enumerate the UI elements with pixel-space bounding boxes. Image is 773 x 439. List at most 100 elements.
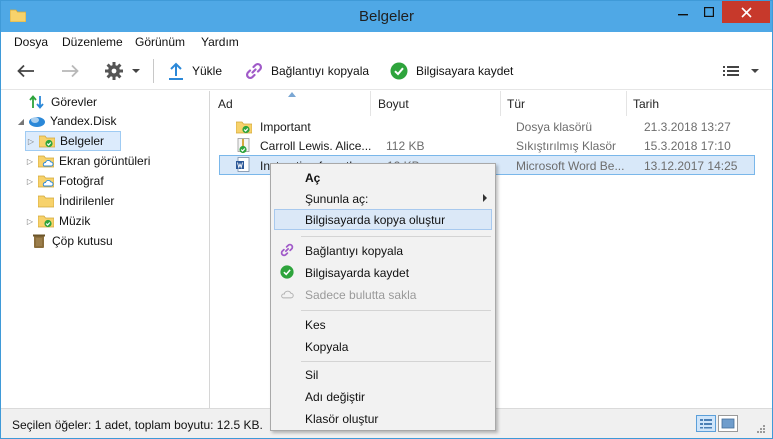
collapsed-arrow-icon[interactable]: ▷ — [25, 157, 35, 166]
save-to-computer-label: Bilgisayara kaydet — [416, 64, 514, 78]
save-to-computer-button[interactable]: Bilgisayara kaydet — [390, 52, 513, 90]
tree-label: Görevler — [51, 95, 98, 109]
column-header-size[interactable]: Boyut — [371, 91, 501, 116]
link-icon — [245, 62, 263, 80]
thumbnail-view-icon — [721, 418, 735, 429]
details-view-icon — [700, 419, 712, 429]
preview-view-button[interactable] — [718, 415, 738, 432]
resize-grip-icon[interactable] — [756, 424, 766, 434]
file-size: 112 KB — [386, 139, 425, 153]
tree-label: Müzik — [59, 214, 91, 228]
gear-icon — [105, 62, 123, 80]
folder-check-icon — [39, 135, 55, 148]
check-circle-icon — [390, 62, 408, 80]
maximize-icon — [704, 7, 714, 17]
context-cloud-only: Sadece bulutta sakla — [274, 284, 492, 305]
menu-item-label: Bilgisayarda kaydet — [305, 266, 410, 280]
collapsed-arrow-icon[interactable]: ▷ — [25, 217, 35, 226]
column-header-date[interactable]: Tarih — [627, 91, 772, 116]
context-menu: Aç Şununla aç: Bilgisayarda kopya oluştu… — [270, 163, 496, 431]
menu-edit[interactable]: Düzenleme — [62, 35, 123, 49]
menu-file[interactable]: Dosya — [14, 35, 48, 49]
column-label: Boyut — [378, 97, 409, 111]
minimize-icon — [678, 14, 688, 16]
link-icon — [280, 243, 294, 257]
context-copy-link[interactable]: Bağlantıyı kopyala — [274, 240, 492, 261]
menu-item-label: Kopyala — [305, 340, 349, 354]
file-name: Important — [260, 120, 311, 134]
tree-item-trash[interactable]: Çöp kutusu — [32, 231, 113, 251]
tree-item-screenshots[interactable]: ▷ Ekran görüntüleri — [25, 151, 150, 171]
settings-button[interactable] — [104, 52, 146, 90]
close-button[interactable] — [722, 1, 770, 23]
file-type: Microsoft Word Be... — [516, 159, 625, 173]
tree-label: Belgeler — [60, 134, 105, 148]
trash-icon — [33, 234, 45, 248]
menu-view[interactable]: Görünüm — [135, 35, 185, 49]
context-delete[interactable]: Sil — [274, 364, 492, 385]
folder-tree: Görevler ◢ Yandex.Disk ▷ Belgeler ▷ Ekra… — [1, 91, 210, 408]
menu-item-label: Kes — [305, 318, 326, 332]
menu-item-label: Şununla aç: — [305, 192, 369, 206]
collapsed-arrow-icon[interactable]: ▷ — [26, 137, 36, 146]
file-name: Carroll Lewis. Alice... — [260, 139, 372, 153]
tree-label: İndirilenler — [59, 194, 115, 208]
folder-cloud-icon — [38, 175, 54, 188]
tree-item-downloads[interactable]: İndirilenler — [38, 191, 114, 211]
table-row[interactable]: Important Dosya klasörü 21.3.2018 13:27 — [219, 117, 755, 137]
word-document-icon — [236, 157, 250, 172]
close-icon — [740, 6, 752, 18]
tree-item-music[interactable]: ▷ Müzik — [25, 211, 90, 231]
toolbar: Yükle Bağlantıyı kopyala Bilgisayara kay… — [1, 52, 772, 90]
details-view-button[interactable] — [696, 415, 716, 432]
list-view-icon — [723, 66, 739, 76]
context-open[interactable]: Aç — [274, 167, 492, 188]
copy-link-button[interactable]: Bağlantıyı kopyala — [245, 52, 369, 90]
back-button[interactable] — [17, 52, 41, 90]
folder-check-icon — [38, 215, 54, 228]
table-row[interactable]: Carroll Lewis. Alice... 112 KB Sıkıştırı… — [219, 136, 755, 156]
file-type: Dosya klasörü — [516, 120, 593, 134]
menu-help[interactable]: Yardım — [201, 35, 239, 49]
forward-button[interactable] — [61, 52, 85, 90]
context-create-copy[interactable]: Bilgisayarda kopya oluştur — [274, 209, 492, 230]
tree-item-photo[interactable]: ▷ Fotoğraf — [25, 171, 104, 191]
minimize-button[interactable] — [670, 1, 696, 23]
menu-bar: Dosya Düzenleme Görünüm Yardım — [1, 32, 772, 52]
file-date: 13.12.2017 14:25 — [644, 159, 738, 173]
chevron-down-icon — [132, 69, 140, 73]
context-cut[interactable]: Kes — [274, 314, 492, 335]
menu-separator — [301, 361, 491, 362]
menu-item-label: Bağlantıyı kopyala — [305, 244, 404, 258]
menu-item-label: Sadece bulutta sakla — [305, 288, 417, 302]
tree-item-belgeler[interactable]: ▷ Belgeler — [25, 131, 121, 151]
menu-item-label: Sil — [305, 368, 319, 382]
column-header-type[interactable]: Tür — [501, 91, 627, 116]
menu-item-label: Bilgisayarda kopya oluştur — [305, 213, 446, 227]
menu-separator — [301, 236, 491, 237]
context-save-to-computer[interactable]: Bilgisayarda kaydet — [274, 262, 492, 283]
context-open-with[interactable]: Şununla aç: — [274, 188, 492, 209]
context-new-folder[interactable]: Klasör oluştur — [274, 408, 492, 429]
check-circle-icon — [280, 265, 294, 279]
expanded-arrow-icon[interactable]: ◢ — [16, 117, 26, 126]
tree-item-tasks[interactable]: Görevler — [29, 92, 97, 112]
arrow-left-icon — [17, 64, 34, 78]
file-date: 21.3.2018 13:27 — [644, 120, 731, 134]
context-copy[interactable]: Kopyala — [274, 336, 492, 357]
title-bar[interactable]: Belgeler — [1, 1, 772, 32]
context-rename[interactable]: Adı değiştir — [274, 386, 492, 407]
column-label: Tarih — [633, 97, 660, 111]
folder-cloud-icon — [38, 155, 54, 168]
column-header-name[interactable]: Ad — [211, 91, 371, 116]
maximize-button[interactable] — [696, 1, 722, 23]
collapsed-arrow-icon[interactable]: ▷ — [25, 177, 35, 186]
menu-item-label: Adı değiştir — [305, 390, 366, 404]
view-options-button[interactable] — [723, 52, 759, 90]
upload-icon — [169, 62, 183, 80]
app-window: Belgeler Dosya Düzenleme Görünüm Yardım — [0, 0, 773, 439]
copy-link-label: Bağlantıyı kopyala — [271, 64, 370, 78]
upload-button[interactable]: Yükle — [168, 52, 222, 90]
tree-item-yandex-disk[interactable]: ◢ Yandex.Disk — [16, 111, 117, 131]
status-text: Seçilen öğeler: 1 adet, toplam boyutu: 1… — [12, 418, 263, 432]
